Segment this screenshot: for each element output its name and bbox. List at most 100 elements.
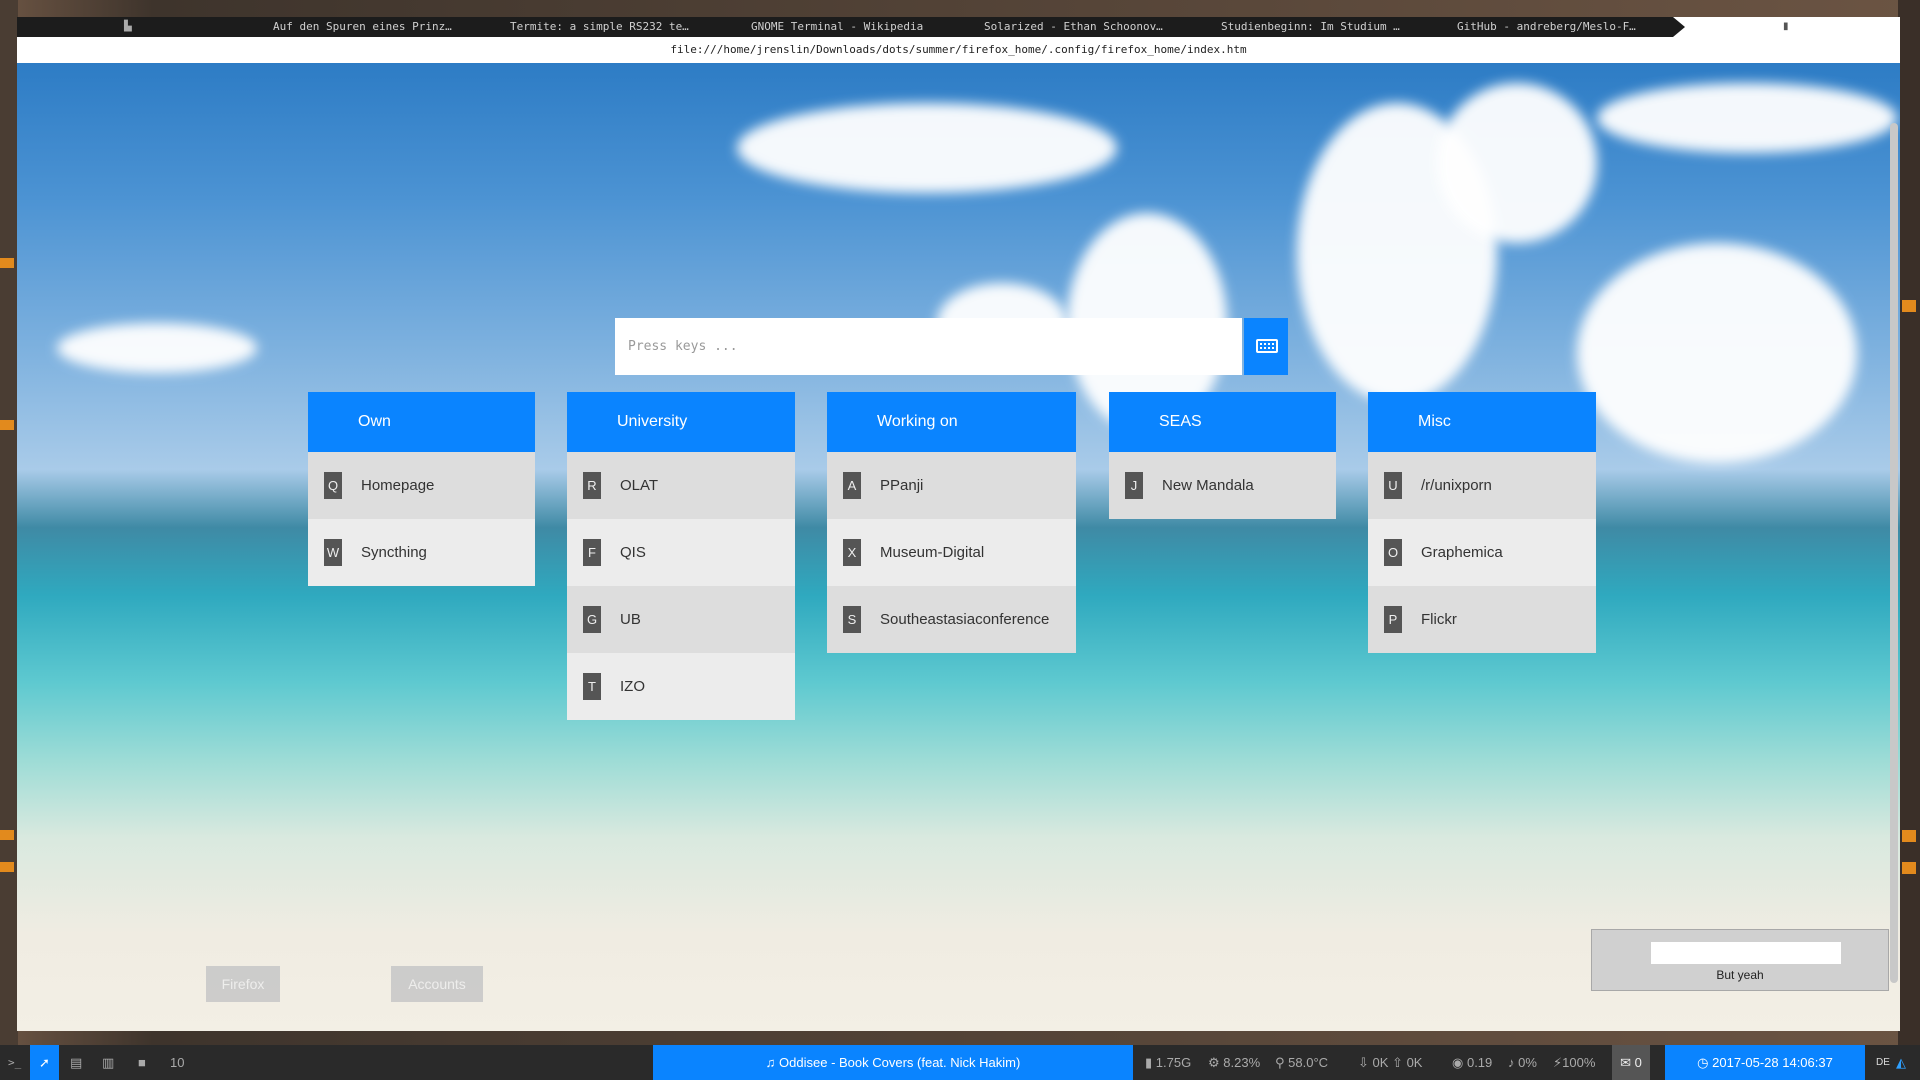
cloud (57, 323, 257, 373)
bolt-icon: ⚡ (1553, 1055, 1563, 1070)
link-ub[interactable]: G UB (567, 586, 795, 653)
tab-bar: ▙ Auf den Spuren eines Prinz… Termite: a… (17, 17, 1900, 37)
now-playing[interactable]: ♫ Oddisee - Book Covers (feat. Nick Haki… (653, 1045, 1133, 1080)
link-group-seas: SEAS J New Mandala (1109, 392, 1336, 519)
load-indicator: ◉ 0.19 (1452, 1055, 1493, 1070)
link-new-mandala[interactable]: J New Mandala (1109, 452, 1336, 519)
group-title: SEAS (1109, 392, 1336, 452)
tab[interactable]: Solarized - Ethan Schoonov… (984, 17, 1192, 37)
arch-icon[interactable]: ◭ (1896, 1045, 1906, 1080)
link-group-misc: Misc U/r/unixporn O Graphemica P Flickr (1368, 392, 1596, 653)
note-input[interactable] (1651, 942, 1841, 964)
group-title: University (567, 392, 795, 452)
link-label: Museum-Digital (880, 544, 985, 561)
shortcut-key: J (1125, 472, 1143, 499)
link-graphemica[interactable]: O Graphemica (1368, 519, 1596, 586)
tab-sidebar-icon[interactable]: ▮ (1783, 21, 1793, 33)
link-label: Flickr (1421, 611, 1457, 628)
cloud (1597, 83, 1897, 153)
link-label: /r/unixporn (1421, 477, 1492, 494)
link-group-own: Own Q Homepage W Syncthing (308, 392, 535, 586)
now-playing-title: Oddisee - Book Covers (feat. Nick Hakim) (779, 1055, 1021, 1070)
note-widget: But yeah (1591, 929, 1889, 991)
firefox-button[interactable]: Firefox (206, 966, 280, 1002)
cloud (737, 103, 1117, 193)
cpu-icon: ⚙ (1208, 1055, 1224, 1070)
launcher-icon: ➚ (39, 1055, 50, 1070)
link-group-working-on: Working on A PPanji X Museum-Digital S Sout… (827, 392, 1076, 653)
terminal-prompt[interactable]: >_ (8, 1045, 21, 1080)
desktop-left-edge (0, 0, 18, 1045)
link-label: QIS (620, 544, 646, 561)
memory-indicator: ▮ 1.75G (1145, 1055, 1192, 1070)
note-text: But yeah (1716, 968, 1764, 982)
link-syncthing[interactable]: W Syncthing (308, 519, 535, 586)
shortcut-key: F (583, 539, 601, 566)
keyboard-icon (1256, 339, 1278, 353)
status-bar: >_ ➚ ▤ ▥ ■ 10 ♫ Oddisee - Book Covers (f… (0, 1045, 1920, 1080)
page-scrollbar[interactable] (1890, 123, 1898, 983)
shortcut-key: O (1384, 539, 1402, 566)
search-input[interactable] (615, 318, 1242, 375)
shortcut-key: U (1384, 472, 1402, 499)
link-label: OLAT (620, 477, 659, 494)
link-label: Syncthing (361, 544, 427, 561)
clock: ◷ 2017-05-28 14:06:37 (1665, 1045, 1865, 1080)
link-olat[interactable]: R OLAT (567, 452, 795, 519)
link-label: IZO (620, 678, 645, 695)
tab[interactable]: Termite: a simple RS232 te… (510, 17, 720, 37)
volume-indicator[interactable]: ♪ 0% (1508, 1045, 1537, 1080)
tab[interactable]: GitHub - andreberg/Meslo-F… (1457, 17, 1665, 37)
shortcut-key: P (1384, 606, 1402, 633)
network-indicator: ⇩ 0K ⇧ 0K (1358, 1055, 1423, 1070)
upload-icon: ⇧ (1392, 1055, 1407, 1070)
folder-icon[interactable]: ■ (138, 1045, 146, 1080)
link-museum-digital[interactable]: X Museum-Digital (827, 519, 1076, 586)
tab[interactable]: GNOME Terminal - Wikipedia (751, 17, 951, 37)
cpu-indicator: ⚙ 8.23% (1208, 1055, 1261, 1070)
mail-indicator[interactable]: ✉ 0 (1612, 1045, 1650, 1080)
workspace-count[interactable]: 10 (170, 1045, 184, 1080)
link-homepage[interactable]: Q Homepage (308, 452, 535, 519)
shortcut-key: S (843, 606, 861, 633)
memory-icon: ▮ (1145, 1055, 1156, 1070)
url-bar[interactable]: file:///home/jrenslin/Downloads/dots/sum… (17, 37, 1900, 63)
launcher-button[interactable]: ➚ (30, 1045, 59, 1080)
group-title: Working on (827, 392, 1076, 452)
keyboard-layout[interactable]: DE (1876, 1045, 1890, 1080)
link-group-university: University R OLAT F QIS G UB T IZO (567, 392, 795, 720)
shortcut-key: A (843, 472, 861, 499)
tab-separator (1673, 17, 1685, 37)
headphones-icon: ♫ (765, 1055, 780, 1070)
link-unixporn[interactable]: U/r/unixporn (1368, 452, 1596, 519)
cloud (1437, 83, 1597, 243)
link-flickr[interactable]: P Flickr (1368, 586, 1596, 653)
shortcut-key: W (324, 539, 342, 566)
chat-icon[interactable]: ▤ (70, 1045, 82, 1080)
link-label: UB (620, 611, 641, 628)
link-ppanji[interactable]: A PPanji (827, 452, 1076, 519)
accounts-button[interactable]: Accounts (391, 966, 483, 1002)
clock-icon: ◷ (1697, 1055, 1713, 1070)
book-icon[interactable]: ▥ (102, 1045, 114, 1080)
keyboard-button[interactable] (1244, 318, 1288, 375)
link-label: Southeastasiaconference (880, 611, 1050, 628)
group-title: Own (308, 392, 535, 452)
window-menu-icon[interactable]: ▙ (124, 21, 134, 33)
link-izo[interactable]: T IZO (567, 653, 795, 720)
load-icon: ◉ (1452, 1055, 1467, 1070)
shortcut-key: Q (324, 472, 342, 499)
mail-icon: ✉ (1620, 1055, 1635, 1070)
tab[interactable]: Auf den Spuren eines Prinz… (273, 17, 481, 37)
browser-window: ▙ Auf den Spuren eines Prinz… Termite: a… (17, 17, 1900, 1031)
link-southeastasiaconference[interactable]: S Southeastasiaconference (827, 586, 1076, 653)
desktop-right-edge (1898, 0, 1920, 1045)
shortcut-key: G (583, 606, 601, 633)
link-qis[interactable]: F QIS (567, 519, 795, 586)
battery-indicator: ⚡100% (1553, 1055, 1596, 1070)
cloud (1577, 243, 1857, 463)
tab[interactable]: Studienbeginn: Im Studium … (1221, 17, 1429, 37)
shortcut-key: X (843, 539, 861, 566)
link-label: PPanji (880, 477, 924, 494)
thermometer-icon: ⚲ (1275, 1055, 1289, 1070)
